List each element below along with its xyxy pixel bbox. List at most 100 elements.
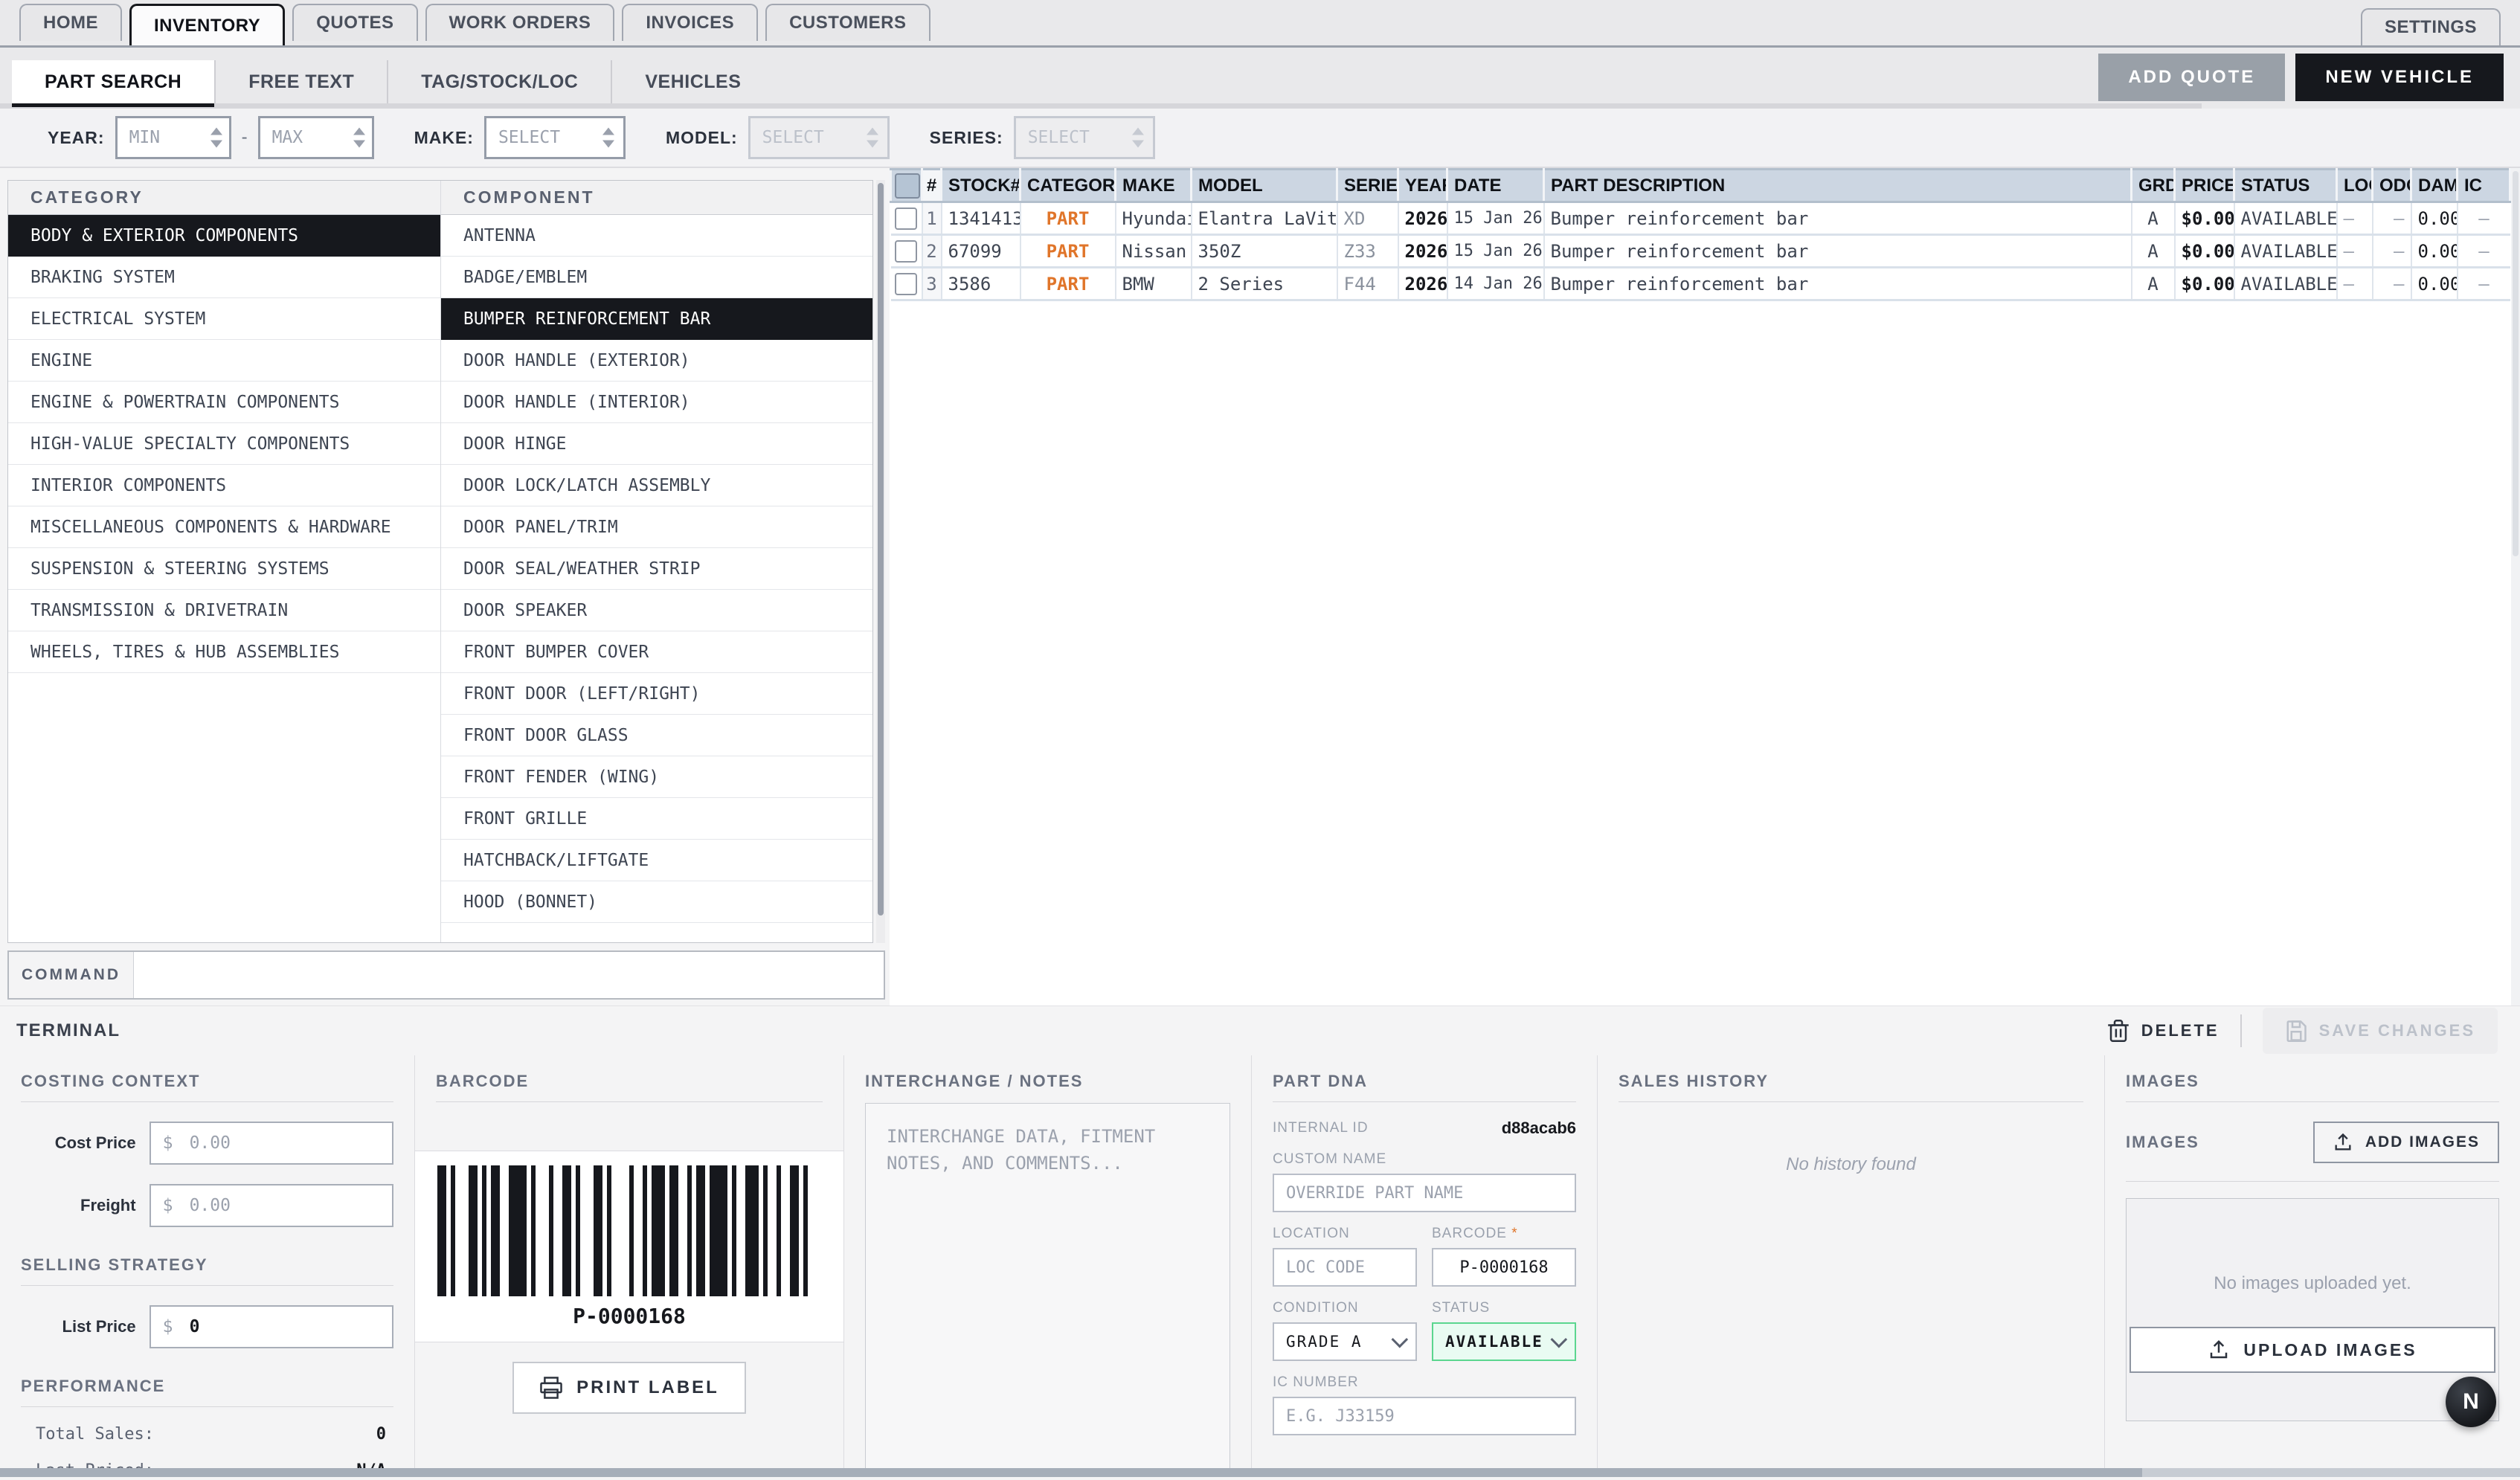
search-tab[interactable]: PART SEARCH — [12, 60, 214, 103]
col-loc[interactable]: LOC — [2337, 170, 2373, 202]
component-item[interactable]: DOOR HANDLE (INTERIOR) — [441, 382, 872, 423]
component-column: COMPONENT ANTENNABADGE/EMBLEMBUMPER REIN… — [440, 181, 872, 942]
col-ic[interactable]: IC — [2458, 170, 2510, 202]
row-checkbox[interactable] — [895, 207, 917, 230]
col-year[interactable]: YEAR — [1398, 170, 1447, 202]
save-changes-button[interactable]: SAVE CHANGES — [2263, 1008, 2498, 1054]
results-scrollbar[interactable] — [2511, 168, 2520, 1006]
col-price[interactable]: PRICE — [2175, 170, 2234, 202]
upload-images-button[interactable]: UPLOAD IMAGES — [2130, 1327, 2495, 1373]
col-date[interactable]: DATE — [1447, 170, 1544, 202]
component-item[interactable]: FRONT DOOR GLASS — [441, 715, 872, 756]
col-num[interactable]: # — [922, 170, 942, 202]
row-checkbox[interactable] — [895, 273, 917, 295]
custom-name-input[interactable] — [1273, 1174, 1576, 1212]
component-item[interactable]: BADGE/EMBLEM — [441, 257, 872, 298]
component-item[interactable]: ANTENNA — [441, 215, 872, 257]
table-row[interactable]: 1 1341413 PART Hyundai Elantra LaVita XD… — [891, 202, 2510, 235]
component-item[interactable]: FRONT DOOR (LEFT/RIGHT) — [441, 673, 872, 715]
col-make[interactable]: MAKE — [1116, 170, 1192, 202]
stepper-icon[interactable] — [353, 128, 365, 148]
make-select[interactable]: SELECT — [484, 116, 626, 159]
select-all-checkbox[interactable] — [895, 173, 920, 199]
currency-symbol: $ — [163, 1196, 173, 1215]
search-tab[interactable]: TAG/STOCK/LOC — [387, 60, 611, 103]
currency-symbol: $ — [163, 1317, 173, 1336]
left-panel-scrollbar[interactable] — [876, 180, 885, 943]
condition-select[interactable]: GRADE A — [1273, 1322, 1417, 1361]
barcode-image — [437, 1165, 821, 1296]
category-item[interactable]: ENGINE — [8, 340, 440, 382]
component-item[interactable]: HOOD (BONNET) — [441, 881, 872, 923]
col-category[interactable]: CATEGORY — [1020, 170, 1116, 202]
main-tab[interactable]: INVENTORY — [129, 4, 285, 45]
component-item[interactable]: FRONT FENDER (WING) — [441, 756, 872, 798]
category-item[interactable]: ENGINE & POWERTRAIN COMPONENTS — [8, 382, 440, 423]
category-item[interactable]: TRANSMISSION & DRIVETRAIN — [8, 590, 440, 631]
status-label: STATUS — [1432, 1300, 1490, 1316]
status-select[interactable]: AVAILABLE — [1432, 1322, 1576, 1361]
ic-number-input[interactable] — [1273, 1397, 1576, 1435]
list-price-input[interactable] — [150, 1305, 393, 1348]
add-quote-button[interactable]: ADD QUOTE — [2098, 54, 2285, 101]
main-tab[interactable]: INVOICES — [622, 4, 758, 41]
col-stock[interactable]: STOCK# — [942, 170, 1020, 202]
component-item[interactable]: DOOR SEAL/WEATHER STRIP — [441, 548, 872, 590]
component-header: COMPONENT — [441, 181, 872, 215]
col-status[interactable]: STATUS — [2234, 170, 2337, 202]
component-item[interactable]: DOOR PANEL/TRIM — [441, 506, 872, 548]
component-item[interactable]: HATCHBACK/LIFTGATE — [441, 840, 872, 881]
table-row[interactable]: 3 3586 PART BMW 2 Series F44 2026 14 Jan… — [891, 268, 2510, 300]
print-label-button[interactable]: PRINT LABEL — [512, 1362, 746, 1414]
images-dropzone[interactable]: No images uploaded yet. UPLOAD IMAGES — [2126, 1198, 2499, 1421]
table-row[interactable]: 2 67099 PART Nissan 350Z Z33 2026 15 Jan… — [891, 235, 2510, 268]
row-checkbox[interactable] — [895, 240, 917, 263]
component-item[interactable]: FRONT BUMPER COVER — [441, 631, 872, 673]
col-series[interactable]: SERIES — [1337, 170, 1398, 202]
category-item[interactable]: BRAKING SYSTEM — [8, 257, 440, 298]
main-tab[interactable]: QUOTES — [292, 4, 417, 41]
interchange-notes-input[interactable] — [865, 1103, 1230, 1472]
category-item[interactable]: MISCELLANEOUS COMPONENTS & HARDWARE — [8, 506, 440, 548]
notifications-fab[interactable]: N — [2446, 1377, 2496, 1427]
delete-button[interactable]: DELETE — [2107, 1018, 2220, 1043]
command-input[interactable] — [134, 952, 884, 998]
component-item[interactable]: DOOR SPEAKER — [441, 590, 872, 631]
category-item[interactable]: SUSPENSION & STEERING SYSTEMS — [8, 548, 440, 590]
settings-button[interactable]: SETTINGS — [2361, 8, 2501, 45]
main-tabs: HOMEINVENTORYQUOTESWORK ORDERSINVOICESCU… — [0, 4, 930, 45]
part-dna-panel: PART DNA INTERNAL ID d88acab6 CUSTOM NAM… — [1252, 1055, 1598, 1469]
cost-price-input[interactable] — [150, 1122, 393, 1165]
freight-input[interactable] — [150, 1184, 393, 1227]
select-all-header[interactable] — [891, 170, 922, 202]
year-label: YEAR: — [48, 128, 105, 148]
required-asterisk: * — [1511, 1226, 1517, 1241]
main-tab[interactable]: WORK ORDERS — [425, 4, 615, 41]
category-item[interactable]: WHEELS, TIRES & HUB ASSEMBLIES — [8, 631, 440, 673]
category-item[interactable]: HIGH-VALUE SPECIALTY COMPONENTS — [8, 423, 440, 465]
category-item[interactable]: BODY & EXTERIOR COMPONENTS — [8, 215, 440, 257]
search-tab[interactable]: FREE TEXT — [214, 60, 387, 103]
horizontal-scrollbar[interactable] — [0, 1468, 2520, 1477]
component-item[interactable]: FRONT GRILLE — [441, 798, 872, 840]
barcode-input[interactable] — [1432, 1248, 1576, 1287]
component-item[interactable]: DOOR HANDLE (EXTERIOR) — [441, 340, 872, 382]
col-grd[interactable]: GRD — [2132, 170, 2175, 202]
component-item[interactable]: BUMPER REINFORCEMENT BAR — [441, 298, 872, 340]
search-tab[interactable]: VEHICLES — [611, 60, 774, 103]
category-item[interactable]: ELECTRICAL SYSTEM — [8, 298, 440, 340]
col-dam[interactable]: DAM. — [2411, 170, 2458, 202]
new-vehicle-button[interactable]: NEW VEHICLE — [2295, 54, 2504, 101]
category-item[interactable]: INTERIOR COMPONENTS — [8, 465, 440, 506]
component-item[interactable]: DOOR LOCK/LATCH ASSEMBLY — [441, 465, 872, 506]
main-tab[interactable]: CUSTOMERS — [765, 4, 930, 41]
component-item[interactable]: DOOR HINGE — [441, 423, 872, 465]
col-model[interactable]: MODEL — [1192, 170, 1337, 202]
stepper-icon — [867, 128, 878, 148]
col-description[interactable]: PART DESCRIPTION — [1544, 170, 2132, 202]
location-input[interactable] — [1273, 1248, 1417, 1287]
add-images-button[interactable]: ADD IMAGES — [2313, 1122, 2499, 1163]
main-tab[interactable]: HOME — [19, 4, 122, 41]
stepper-icon[interactable] — [210, 128, 222, 148]
col-odo[interactable]: ODO — [2373, 170, 2411, 202]
